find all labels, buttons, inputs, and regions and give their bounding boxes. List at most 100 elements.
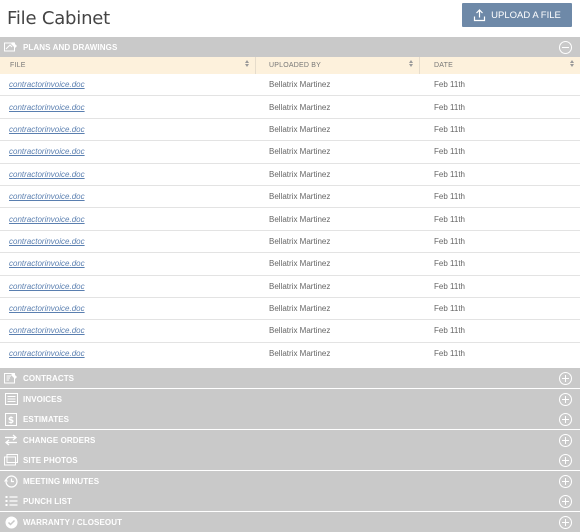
table-row: contractorinvoice.doc Bellatrix Martinez F… — [0, 74, 580, 97]
section-header-punch-list[interactable]: PUNCH LIST — [0, 491, 580, 511]
uploaded-by-cell: Bellatrix Martinez — [269, 214, 331, 224]
page-header: File Cabinet UPLOAD A FILE — [0, 0, 580, 37]
table-row: contractorinvoice.doc Bellatrix Martinez F… — [0, 208, 580, 231]
section-label: ESTIMATES — [23, 414, 70, 424]
section-header-invoices[interactable]: INVOICES — [0, 389, 580, 409]
uploaded-by-cell: Bellatrix Martinez — [269, 259, 331, 269]
date-cell: Feb 11th — [434, 304, 465, 314]
table-row: contractorinvoice.doc Bellatrix Martinez F… — [0, 96, 580, 119]
uploaded-by-cell: Bellatrix Martinez — [269, 80, 331, 90]
table-row: contractorinvoice.doc Bellatrix Martinez F… — [0, 343, 580, 365]
meeting-minutes-icon — [4, 474, 18, 488]
estimates-icon: $ — [4, 412, 18, 426]
file-link[interactable]: contractorinvoice.doc — [9, 125, 85, 134]
expand-icon[interactable] — [559, 412, 572, 426]
column-header-date[interactable]: DATE — [420, 57, 580, 74]
file-link[interactable]: contractorinvoice.doc — [9, 237, 85, 246]
date-cell: Feb 11th — [434, 192, 465, 202]
expand-icon[interactable] — [559, 515, 572, 529]
date-cell: Feb 11th — [434, 214, 465, 224]
upload-button-label: UPLOAD A FILE — [491, 9, 561, 21]
file-link[interactable]: contractorinvoice.doc — [9, 349, 85, 358]
uploaded-by-cell: Bellatrix Martinez — [269, 169, 331, 179]
date-cell: Feb 11th — [434, 259, 465, 269]
file-link[interactable]: contractorinvoice.doc — [9, 192, 85, 201]
section-label: PUNCH LIST — [23, 496, 72, 506]
section-header-estimates[interactable]: $ ESTIMATES — [0, 409, 580, 429]
table-header: FILE UPLOADED BY DATE — [0, 57, 580, 74]
invoices-icon — [4, 392, 18, 406]
section-header-meeting-minutes[interactable]: MEETING MINUTES — [0, 471, 580, 491]
uploaded-by-cell: Bellatrix Martinez — [269, 102, 331, 112]
date-cell: Feb 11th — [434, 236, 465, 246]
collapse-icon[interactable] — [559, 40, 572, 54]
uploaded-by-cell: Bellatrix Martinez — [269, 192, 331, 202]
date-cell: Feb 11th — [434, 349, 465, 359]
uploaded-by-cell: Bellatrix Martinez — [269, 281, 331, 291]
punch-list-icon — [4, 494, 18, 508]
file-link[interactable]: contractorinvoice.doc — [9, 259, 85, 268]
table-row: contractorinvoice.doc Bellatrix Martinez F… — [0, 276, 580, 298]
warranty-icon — [4, 515, 18, 529]
expand-icon[interactable] — [559, 474, 572, 488]
uploaded-by-cell: Bellatrix Martinez — [269, 147, 331, 157]
upload-icon — [473, 8, 486, 22]
date-cell: Feb 11th — [434, 169, 465, 179]
file-link[interactable]: contractorinvoice.doc — [9, 170, 85, 179]
section-label: SITE PHOTOS — [23, 455, 78, 465]
expand-icon[interactable] — [559, 371, 572, 385]
section-header-plans-and-drawings[interactable]: PLANS AND DRAWINGS — [0, 37, 580, 57]
section-header-change-orders[interactable]: CHANGE ORDERS — [0, 430, 580, 450]
date-cell: Feb 11th — [434, 80, 465, 90]
table-row: contractorinvoice.doc Bellatrix Martinez F… — [0, 164, 580, 186]
expand-icon[interactable] — [559, 453, 572, 467]
column-header-uploaded-by[interactable]: UPLOADED BY — [256, 57, 420, 74]
file-link[interactable]: contractorinvoice.doc — [9, 326, 85, 335]
table-row: contractorinvoice.doc Bellatrix Martinez F… — [0, 119, 580, 142]
expand-icon[interactable] — [559, 392, 572, 406]
page-title: File Cabinet — [7, 8, 111, 29]
section-label: WARRANTY / CLOSEOUT — [23, 517, 123, 527]
date-cell: Feb 11th — [434, 147, 465, 157]
file-link[interactable]: contractorinvoice.doc — [9, 304, 85, 313]
file-link[interactable]: contractorinvoice.doc — [9, 282, 85, 291]
uploaded-by-cell: Bellatrix Martinez — [269, 349, 331, 359]
table-row: contractorinvoice.doc Bellatrix Martinez F… — [0, 231, 580, 254]
date-cell: Feb 11th — [434, 102, 465, 112]
section-header-site-photos[interactable]: SITE PHOTOS — [0, 450, 580, 470]
uploaded-by-cell: Bellatrix Martinez — [269, 124, 331, 134]
svg-text:$: $ — [8, 416, 14, 426]
contracts-icon — [4, 371, 18, 385]
file-link[interactable]: contractorinvoice.doc — [9, 103, 85, 112]
sort-icon[interactable] — [570, 60, 574, 67]
section-label: CONTRACTS — [23, 373, 75, 383]
table-row: contractorinvoice.doc Bellatrix Martinez F… — [0, 141, 580, 164]
upload-file-button[interactable]: UPLOAD A FILE — [462, 3, 572, 27]
section-label: PLANS AND DRAWINGS — [23, 42, 118, 52]
date-cell: Feb 11th — [434, 281, 465, 291]
file-table-body: contractorinvoice.doc Bellatrix Martinez F… — [0, 74, 580, 365]
sort-icon[interactable] — [409, 60, 413, 67]
table-row: contractorinvoice.doc Bellatrix Martinez F… — [0, 253, 580, 276]
sort-icon[interactable] — [245, 60, 249, 67]
table-row: contractorinvoice.doc Bellatrix Martinez F… — [0, 320, 580, 343]
table-row: contractorinvoice.doc Bellatrix Martinez F… — [0, 186, 580, 209]
file-link[interactable]: contractorinvoice.doc — [9, 80, 85, 89]
section-label: INVOICES — [23, 394, 63, 404]
section-header-warranty-closeout[interactable]: WARRANTY / CLOSEOUT — [0, 512, 580, 532]
file-link[interactable]: contractorinvoice.doc — [9, 147, 85, 156]
section-header-contracts[interactable]: CONTRACTS — [0, 368, 580, 388]
uploaded-by-cell: Bellatrix Martinez — [269, 304, 331, 314]
table-row: contractorinvoice.doc Bellatrix Martinez F… — [0, 298, 580, 321]
uploaded-by-cell: Bellatrix Martinez — [269, 326, 331, 336]
site-photos-icon — [4, 453, 18, 467]
date-cell: Feb 11th — [434, 124, 465, 134]
expand-icon[interactable] — [559, 433, 572, 447]
file-link[interactable]: contractorinvoice.doc — [9, 215, 85, 224]
uploaded-by-cell: Bellatrix Martinez — [269, 236, 331, 246]
section-label: CHANGE ORDERS — [23, 435, 96, 445]
column-header-file[interactable]: FILE — [0, 57, 256, 74]
plans-icon — [4, 40, 18, 54]
expand-icon[interactable] — [559, 494, 572, 508]
date-cell: Feb 11th — [434, 326, 465, 336]
